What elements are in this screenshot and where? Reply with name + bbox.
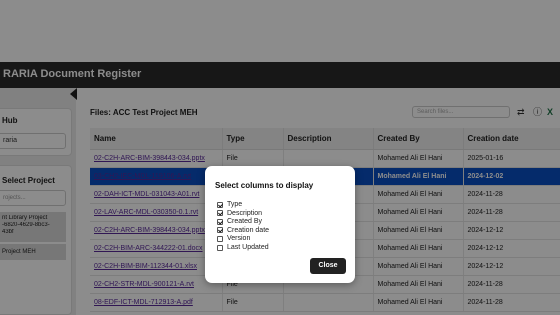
checkbox[interactable] — [217, 201, 223, 208]
column-option-label: Creation date — [227, 226, 270, 234]
app-window: RARIA Document Register Hub raria Select… — [0, 0, 560, 315]
column-option-label: Description — [227, 209, 263, 217]
column-picker-dialog: Select columns to display Type Descriptio… — [205, 166, 355, 283]
column-option-label: Type — [227, 201, 243, 208]
column-option-label: Version — [227, 235, 251, 243]
checkbox[interactable] — [217, 210, 223, 217]
column-option-label: Created By — [227, 218, 263, 226]
close-button[interactable]: Close — [310, 258, 346, 274]
column-option[interactable]: Last Updated — [217, 243, 269, 252]
checkbox[interactable] — [217, 227, 223, 234]
dialog-title: Select columns to display — [215, 181, 314, 190]
checkbox[interactable] — [217, 218, 223, 225]
column-option-label: Last Updated — [227, 244, 269, 251]
checkbox[interactable] — [217, 235, 223, 242]
checkbox[interactable] — [217, 244, 223, 251]
